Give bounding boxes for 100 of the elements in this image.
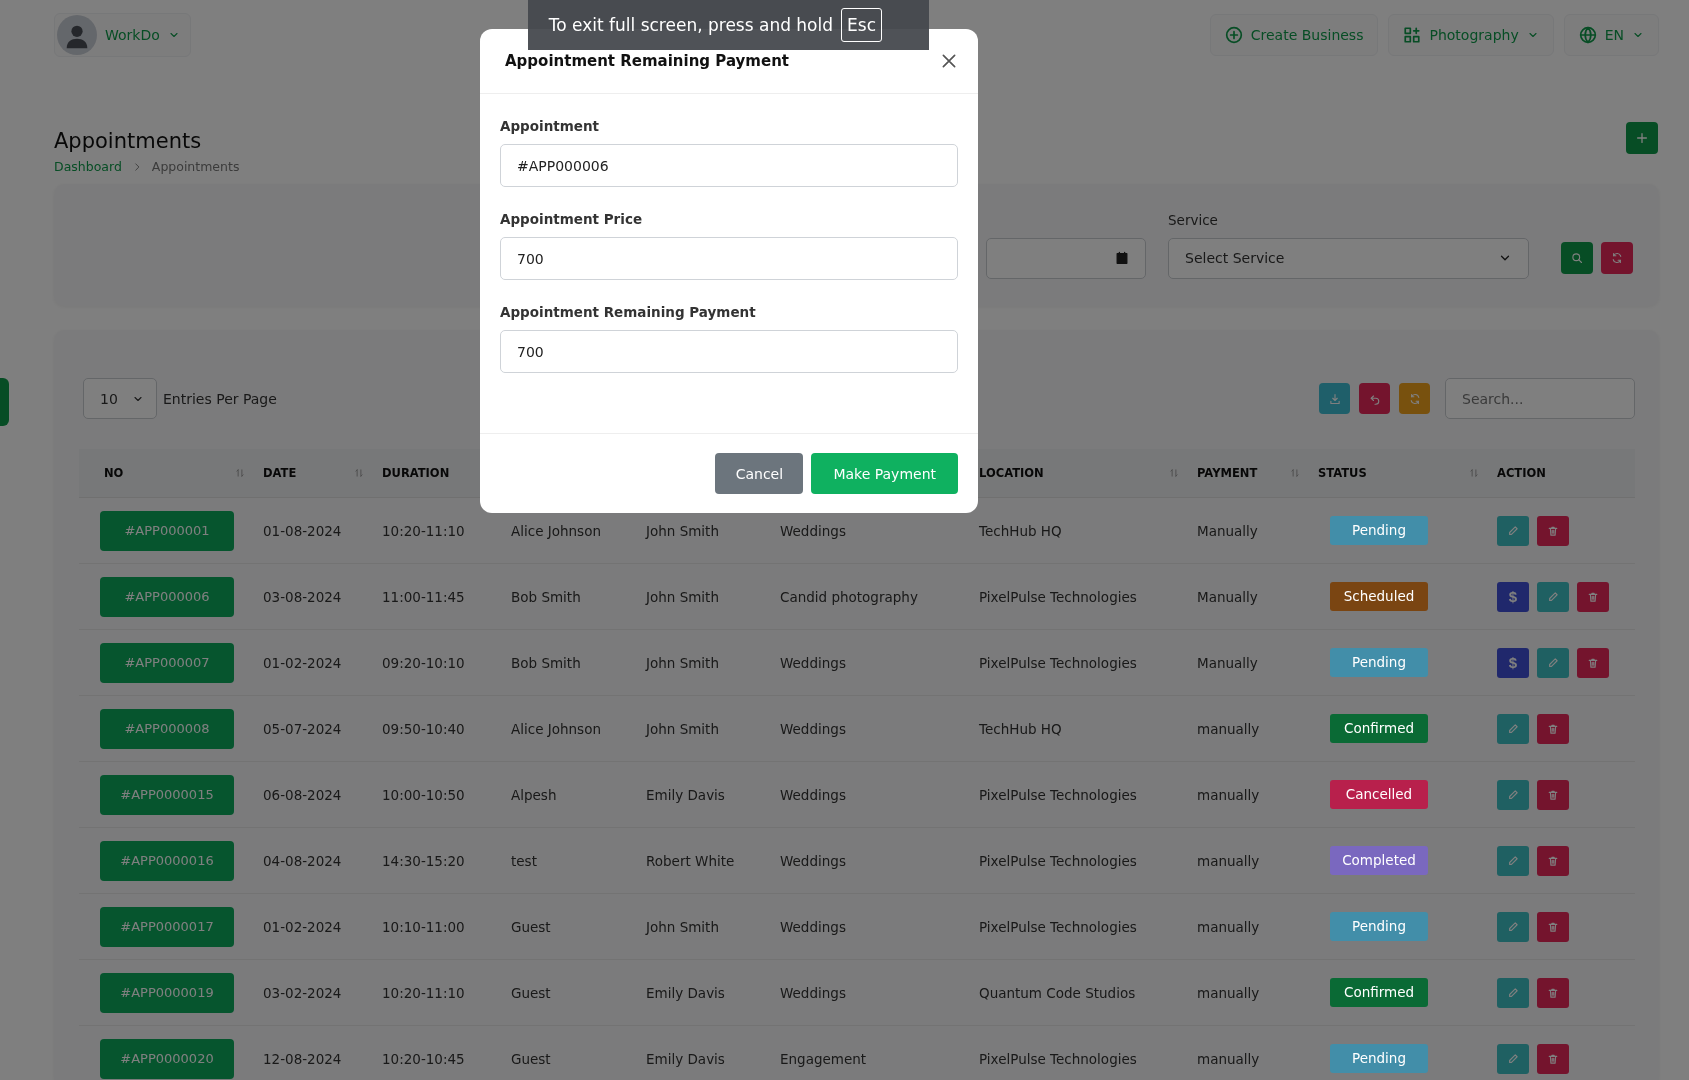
pencil-icon (1547, 590, 1559, 603)
download-icon (1328, 392, 1341, 405)
status-badge: Scheduled (1330, 582, 1428, 611)
delete-button[interactable] (1537, 845, 1569, 876)
status-badge: Completed (1330, 846, 1428, 875)
delete-button[interactable] (1577, 581, 1609, 612)
notice-text: To exit full screen, press and hold (548, 15, 834, 35)
workspace-dropdown[interactable]: Photography (1388, 14, 1554, 56)
service-select[interactable]: Select Service (1168, 237, 1529, 279)
table-cell: PixelPulse Technologies (979, 852, 1137, 869)
column-header: DATE (263, 466, 297, 480)
edit-button[interactable] (1497, 515, 1529, 546)
table-cell: Bob Smith (511, 654, 581, 671)
language-dropdown[interactable]: EN (1563, 14, 1659, 56)
reset-button[interactable] (1601, 241, 1633, 274)
text-field[interactable]: #APP000006 (500, 144, 958, 187)
make-payment-button[interactable]: Make Payment (811, 453, 958, 494)
table-cell: Manually (1197, 588, 1258, 605)
appointment-number-button[interactable]: #APP0000019 (100, 972, 234, 1013)
refresh-button[interactable] (1399, 383, 1430, 414)
status-badge: Confirmed (1330, 978, 1428, 1007)
date-field[interactable] (986, 237, 1146, 279)
trash-icon (1547, 788, 1559, 801)
column-header: NO (104, 466, 124, 480)
payment-button[interactable]: $ (1497, 647, 1529, 678)
table-cell: Emily Davis (646, 1050, 725, 1067)
breadcrumb-link[interactable]: Dashboard (54, 159, 122, 174)
edit-button[interactable] (1537, 647, 1569, 678)
cancel-button[interactable]: Cancel (715, 453, 804, 494)
trash-icon (1547, 524, 1559, 537)
table-cell: Engagement (780, 1050, 867, 1067)
trash-icon (1547, 854, 1559, 867)
appointment-number-button[interactable]: #APP0000016 (100, 840, 234, 881)
appointment-number-button[interactable]: #APP000001 (100, 510, 234, 551)
delete-button[interactable] (1537, 911, 1569, 942)
edit-button[interactable] (1497, 779, 1529, 810)
appointment-number-button[interactable]: #APP0000017 (100, 906, 234, 947)
delete-button[interactable] (1537, 515, 1569, 546)
appointment-number-button[interactable]: #APP000008 (100, 708, 234, 749)
delete-button[interactable] (1537, 977, 1569, 1008)
pencil-icon (1507, 722, 1519, 735)
page-title: Appointments (54, 129, 203, 153)
column-header: DURATION (382, 466, 450, 480)
globe-icon (1578, 26, 1597, 44)
pencil-icon (1507, 524, 1519, 537)
table-cell: PixelPulse Technologies (979, 654, 1137, 671)
search-field[interactable]: Search... (1445, 378, 1635, 419)
edit-button[interactable] (1537, 581, 1569, 612)
table-cell: Guest (511, 984, 551, 1001)
status-badge: Pending (1330, 648, 1428, 677)
table-cell: Candid photography (780, 588, 918, 605)
add-button[interactable] (1626, 122, 1658, 154)
appointment-number-button[interactable]: #APP000006 (100, 576, 234, 617)
undo-button[interactable] (1359, 383, 1390, 414)
field-label: Appointment Price (500, 211, 644, 227)
refresh-icon (1408, 392, 1421, 405)
payment-button[interactable]: $ (1497, 581, 1529, 612)
close-icon (940, 52, 958, 70)
column-header: ACTION (1497, 466, 1546, 480)
table-cell: Emily Davis (646, 786, 725, 803)
plus-icon (1635, 131, 1649, 145)
delete-button[interactable] (1537, 1043, 1569, 1074)
trash-icon (1547, 1052, 1559, 1065)
column-header: LOCATION (979, 466, 1044, 480)
dollar-icon: $ (1508, 588, 1518, 605)
table-cell: Guest (511, 918, 551, 935)
delete-button[interactable] (1537, 779, 1569, 810)
table-cell: 14:30-15:20 (382, 852, 465, 869)
edit-button[interactable] (1497, 977, 1529, 1008)
close-button[interactable] (940, 52, 958, 70)
status-badge: Pending (1330, 516, 1428, 545)
table-cell: 05-07-2024 (263, 720, 342, 737)
edit-button[interactable] (1497, 911, 1529, 942)
undo-icon (1368, 392, 1381, 405)
table-cell: John Smith (646, 522, 719, 539)
entries-select[interactable]: 10 (83, 378, 157, 419)
table-cell: Weddings (780, 720, 846, 737)
edit-button[interactable] (1497, 845, 1529, 876)
table-cell: Alice Johnson (511, 522, 601, 539)
side-tab[interactable] (0, 378, 9, 426)
text-field[interactable]: 700 (500, 237, 958, 280)
table-cell: Alpesh (511, 786, 557, 803)
table-cell: 10:20-11:10 (382, 984, 465, 1001)
delete-button[interactable] (1537, 713, 1569, 744)
trash-icon (1547, 920, 1559, 933)
appointment-number-button[interactable]: #APP000007 (100, 642, 234, 683)
appointment-number-button[interactable]: #APP0000020 (100, 1038, 234, 1079)
create-business-button[interactable]: Create Business (1209, 14, 1379, 56)
search-button[interactable] (1561, 241, 1593, 274)
appointment-number-button[interactable]: #APP0000015 (100, 774, 234, 815)
column-header: STATUS (1318, 466, 1367, 480)
table-cell: 12-08-2024 (263, 1050, 342, 1067)
edit-button[interactable] (1497, 1043, 1529, 1074)
edit-button[interactable] (1497, 713, 1529, 744)
service-label: Service (1168, 211, 1219, 228)
user-menu[interactable]: WorkDo (54, 13, 191, 57)
delete-button[interactable] (1577, 647, 1609, 678)
refresh-icon (1611, 251, 1623, 264)
download-button[interactable] (1319, 383, 1350, 414)
text-field[interactable]: 700 (500, 330, 958, 373)
